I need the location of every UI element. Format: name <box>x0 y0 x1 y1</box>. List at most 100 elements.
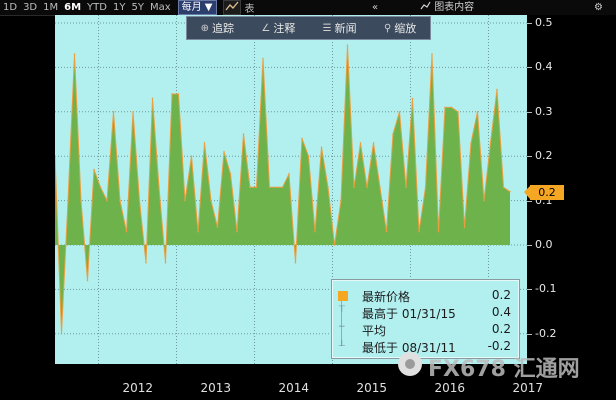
data-point <box>223 150 225 153</box>
data-point <box>398 111 401 113</box>
plot-tools-bar: ⊕ 追踪 ∠ 注释 ☰ 新闻 ⚲ 缩放 <box>186 16 431 40</box>
legend-avg-row: − 平均 0.2 <box>338 322 513 339</box>
track-tool[interactable]: ⊕ 追踪 <box>201 20 234 36</box>
range-button-1m[interactable]: 1M <box>40 2 61 13</box>
data-point <box>262 57 264 60</box>
data-point <box>86 279 89 282</box>
data-point <box>405 186 407 189</box>
news-tool[interactable]: ☰ 新闻 <box>323 20 357 36</box>
data-point <box>275 186 277 189</box>
data-point <box>236 230 238 233</box>
gear-icon[interactable]: ⚙ <box>594 0 603 15</box>
data-point <box>249 186 251 189</box>
data-point <box>294 261 297 264</box>
track-label: 追踪 <box>212 22 235 35</box>
watermark: FX678 汇通网 <box>398 348 608 382</box>
data-point <box>379 186 381 189</box>
collapse-icon[interactable]: « <box>372 0 378 15</box>
zoom-label: 缩放 <box>394 22 417 35</box>
data-point <box>203 142 206 144</box>
data-point <box>327 186 329 189</box>
range-button-5y[interactable]: 5Y <box>128 2 146 13</box>
data-point <box>60 333 63 335</box>
y-tick-label: 0.4 <box>527 60 553 74</box>
data-point <box>216 226 219 229</box>
avg-marker-icon: − <box>338 322 346 332</box>
data-point <box>444 106 446 109</box>
y-tick-label: -0.1 <box>526 282 557 296</box>
data-point <box>80 199 82 202</box>
data-point <box>99 186 102 189</box>
x-tick-label: 2012 <box>122 381 154 395</box>
data-point <box>171 93 173 95</box>
chart-content-label: 图表内容 <box>434 2 475 13</box>
x-tick-label: 2013 <box>200 381 232 395</box>
latest-marker-icon <box>338 291 348 301</box>
data-point <box>184 199 186 202</box>
data-point <box>106 199 108 202</box>
line-chart-icon[interactable] <box>222 0 241 15</box>
data-point <box>67 199 69 202</box>
data-point <box>450 106 453 109</box>
data-point <box>145 261 147 264</box>
data-point <box>314 230 316 233</box>
legend-latest-value: 0.2 <box>491 288 511 302</box>
range-button-3d[interactable]: 3D <box>20 2 40 13</box>
data-point <box>242 133 245 135</box>
x-tick-label: 2016 <box>434 381 466 395</box>
chart-content-button[interactable]: 图表内容 <box>420 0 474 15</box>
data-point <box>210 199 212 202</box>
data-point <box>424 186 427 189</box>
chart-content-icon <box>420 1 431 10</box>
data-point <box>366 186 368 189</box>
legend-avg-label: 平均 <box>362 324 387 338</box>
data-point <box>385 230 388 233</box>
y-tick-label: 0.2 <box>527 149 553 163</box>
frequency-select[interactable]: 每月 ▼ <box>177 0 217 15</box>
chart-toolbar: 1D 3D 1M 6M YTD 1Y 5Y Max 每月 ▼ 表 « 图表内容 ⚙ <box>0 0 616 16</box>
data-point <box>197 230 199 233</box>
annotate-tool[interactable]: ∠ 注释 <box>261 20 295 36</box>
watermark-logo-icon <box>398 352 422 376</box>
data-point <box>476 111 479 113</box>
legend-latest-row: 最新价格 0.2 <box>338 288 513 305</box>
data-point <box>431 53 433 55</box>
data-point <box>119 199 121 202</box>
data-point <box>457 111 459 113</box>
range-button-1y[interactable]: 1Y <box>110 2 128 13</box>
zoom-tool[interactable]: ⚲ 缩放 <box>384 20 416 36</box>
legend-high-label: 最高于 01/31/15 <box>362 307 456 321</box>
data-point <box>392 133 394 135</box>
legend-latest-label: 最新价格 <box>362 290 411 304</box>
data-point <box>55 155 56 157</box>
data-point <box>320 146 323 149</box>
range-button-max[interactable]: Max <box>147 2 174 13</box>
data-point <box>489 142 492 144</box>
data-point <box>112 111 115 113</box>
legend-high-value: 0.4 <box>491 305 511 319</box>
high-marker-icon: ⊤ <box>338 305 346 315</box>
data-point <box>496 88 498 91</box>
data-point <box>340 199 342 202</box>
chart-type-label[interactable]: 表 <box>245 0 255 15</box>
range-button-ytd[interactable]: YTD <box>84 2 110 13</box>
data-point <box>125 230 128 233</box>
data-point <box>93 168 95 171</box>
data-point <box>281 186 284 189</box>
data-point <box>372 142 375 144</box>
y-tick-label: 0.5 <box>527 16 553 29</box>
annotate-label: 注释 <box>273 22 296 35</box>
data-point <box>177 93 180 95</box>
data-point <box>411 97 414 100</box>
news-label: 新闻 <box>334 22 357 35</box>
legend-avg-value: 0.2 <box>491 322 511 336</box>
legend-high-row: ⊤ 最高于 01/31/15 0.4 <box>338 305 513 322</box>
data-point <box>164 261 167 264</box>
data-point <box>509 190 511 193</box>
y-tick-label: -0.2 <box>526 326 557 340</box>
range-button-1d[interactable]: 1D <box>0 2 20 13</box>
range-selector: 1D 3D 1M 6M YTD 1Y 5Y Max <box>0 0 174 15</box>
data-point <box>158 186 160 189</box>
crosshair-icon: ⊕ <box>200 22 210 34</box>
range-button-6m[interactable]: 6M <box>61 2 84 13</box>
